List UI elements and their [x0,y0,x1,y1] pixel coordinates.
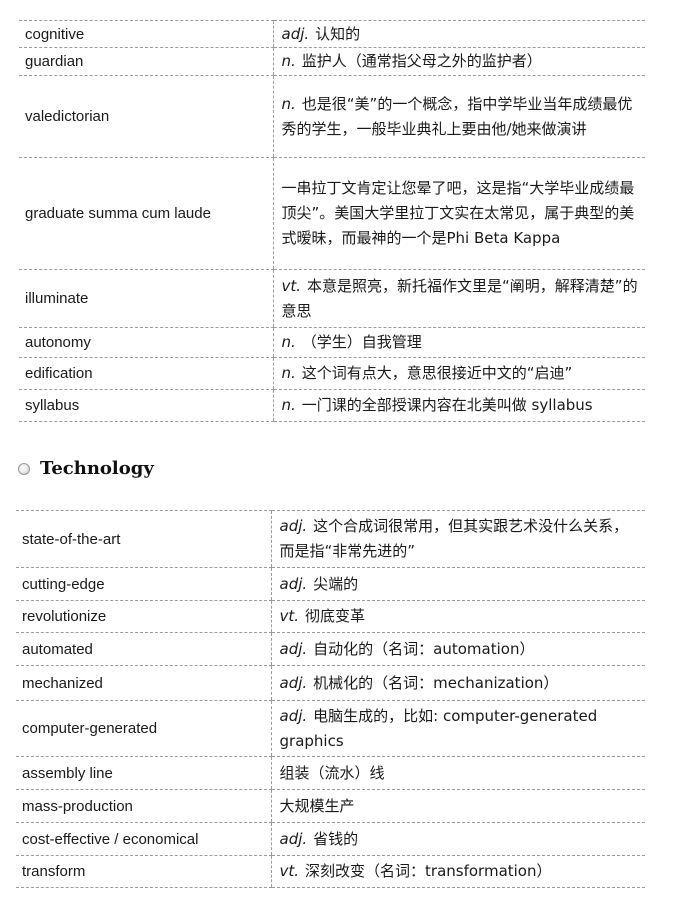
term-cell: illuminate [19,269,273,328]
definition-cell: n. （学生）自我管理 [272,327,645,358]
definition-text: 也是很“美”的一个概念，指中学毕业当年成绩最优秀的学生，一般毕业典礼上要由他/她… [281,94,633,138]
term-cell: transform [16,855,271,888]
table-row: cutting-edge adj. 尖端的 [16,567,645,601]
definition-cell: adj. 这个合成词很常用，但其实跟艺术没什么关系，而是指“非常先进的” [270,510,645,568]
table-row: mechanized adj. 机械化的（名词：mechanization） [16,665,645,701]
term-cell: cost-effective / economical [16,822,271,856]
table-row: cognitive adj. 认知的 [19,20,645,48]
term-cell: cognitive [19,20,273,48]
term-cell: valedictorian [19,75,273,158]
definition-cell: 一串拉丁文肯定让您晕了吧，这是指“大学毕业成绩最顶尖”。美国大学里拉丁文实在太常… [272,157,645,270]
table-row: mass-production 大规模生产 [16,789,645,823]
definition-cell: adj. 自动化的（名词：automation） [270,632,645,666]
definition-text: 自动化的（名词：automation） [313,639,535,658]
section-heading: Technology [18,458,154,479]
definition-text: 大规模生产 [279,796,355,815]
part-of-speech: n. [281,364,296,382]
definition-text: 这个合成词很常用，但其实跟艺术没什么关系，而是指“非常先进的” [279,517,629,560]
definition-cell: n. 也是很“美”的一个概念，指中学毕业当年成绩最优秀的学生，一般毕业典礼上要由他… [272,75,645,158]
part-of-speech: adj. [279,517,308,535]
part-of-speech: n. [281,94,296,113]
definition-text: 监护人（通常指父母之外的监护者） [301,52,542,70]
circle-bullet-icon [18,462,30,475]
part-of-speech: n. [281,333,296,351]
definition-cell: adj. 认知的 [272,20,645,48]
part-of-speech: vt. [281,276,302,295]
table-row: computer-generated adj. 电脑生成的，比如: compute… [16,700,645,757]
definition-text: 一门课的全部授课内容在北美叫做 syllabus [301,396,593,414]
table-row: cost-effective / economical adj. 省钱的 [16,822,645,856]
part-of-speech: adj. [279,673,308,692]
definition-cell: n. 这个词有点大，意思很接近中文的“启迪” [272,357,645,390]
part-of-speech: n. [281,396,296,414]
term-cell: cutting-edge [16,567,271,601]
definition-text: 认知的 [315,24,361,43]
definition-text: 机械化的（名词：mechanization） [313,673,559,692]
term-cell: revolutionize [16,600,271,633]
part-of-speech: adj. [279,639,308,658]
table-row: transform vt. 深刻改变（名词：transformation） [16,855,645,888]
term-cell: mechanized [16,665,271,701]
part-of-speech: vt. [279,862,300,880]
term-cell: computer-generated [16,700,271,757]
definition-cell: 大规模生产 [270,789,645,823]
definition-text: 本意是照亮，新托福作文里是“阐明，解释清楚”的意思 [281,276,638,320]
definition-cell: adj. 机械化的（名词：mechanization） [270,665,645,701]
definition-cell: vt. 深刻改变（名词：transformation） [270,855,645,888]
part-of-speech: adj. [279,706,308,725]
table-row: state-of-the-art adj. 这个合成词很常用，但其实跟艺术没什么关… [16,510,645,568]
table-row: revolutionize vt. 彻底变革 [16,600,645,633]
document-page: cognitive adj. 认知的 guardian n. 监护人（通常指父母之外… [0,0,690,904]
definition-text: 组装（流水）线 [279,763,385,782]
section-title: Technology [40,458,154,479]
definition-text: 省钱的 [313,829,359,848]
part-of-speech: n. [281,52,296,70]
term-cell: assembly line [16,756,271,790]
definition-cell: vt. 本意是照亮，新托福作文里是“阐明，解释清楚”的意思 [272,269,645,328]
term-cell: edification [19,357,273,390]
term-cell: graduate summa cum laude [19,157,273,270]
definition-cell: 组装（流水）线 [270,756,645,790]
table-row: edification n. 这个词有点大，意思很接近中文的“启迪” [19,357,645,390]
definition-text: 尖端的 [313,574,359,593]
table-row: syllabus n. 一门课的全部授课内容在北美叫做 syllabus [19,389,645,422]
definition-text: 深刻改变（名词：transformation） [305,862,552,880]
term-cell: autonomy [19,327,273,358]
table-row: autonomy n. （学生）自我管理 [19,327,645,358]
term-cell: mass-production [16,789,271,823]
table-row: guardian n. 监护人（通常指父母之外的监护者） [19,47,645,76]
definition-text: 这个词有点大，意思很接近中文的“启迪” [301,364,573,382]
table-row: graduate summa cum laude 一串拉丁文肯定让您晕了吧，这是… [19,157,645,270]
definition-cell: adj. 尖端的 [270,567,645,601]
vocabulary-table-technology: state-of-the-art adj. 这个合成词很常用，但其实跟艺术没什么关… [16,510,645,888]
definition-text: （学生）自我管理 [301,333,422,351]
definition-cell: n. 一门课的全部授课内容在北美叫做 syllabus [272,389,645,422]
term-cell: guardian [19,47,273,76]
definition-cell: adj. 电脑生成的，比如: computer-generated graphic… [270,700,645,757]
part-of-speech: vt. [279,607,300,625]
part-of-speech: adj. [279,574,308,593]
term-cell: syllabus [19,389,273,422]
definition-text: 电脑生成的，比如: computer-generated graphics [279,706,598,750]
definition-text: 彻底变革 [305,607,366,625]
table-row: assembly line 组装（流水）线 [16,756,645,790]
part-of-speech: adj. [279,829,308,848]
vocabulary-table-education: cognitive adj. 认知的 guardian n. 监护人（通常指父母之外… [19,20,645,422]
definition-cell: vt. 彻底变革 [270,600,645,633]
term-cell: state-of-the-art [16,510,271,568]
table-row: illuminate vt. 本意是照亮，新托福作文里是“阐明，解释清楚”的意思 [19,269,645,328]
definition-cell: adj. 省钱的 [270,822,645,856]
table-row: valedictorian n. 也是很“美”的一个概念，指中学毕业当年成绩最优秀… [19,75,645,158]
term-cell: automated [16,632,271,666]
definition-text: 一串拉丁文肯定让您晕了吧，这是指“大学毕业成绩最顶尖”。美国大学里拉丁文实在太常… [281,179,635,247]
part-of-speech: adj. [281,24,310,43]
definition-cell: n. 监护人（通常指父母之外的监护者） [272,47,645,76]
table-row: automated adj. 自动化的（名词：automation） [16,632,645,666]
